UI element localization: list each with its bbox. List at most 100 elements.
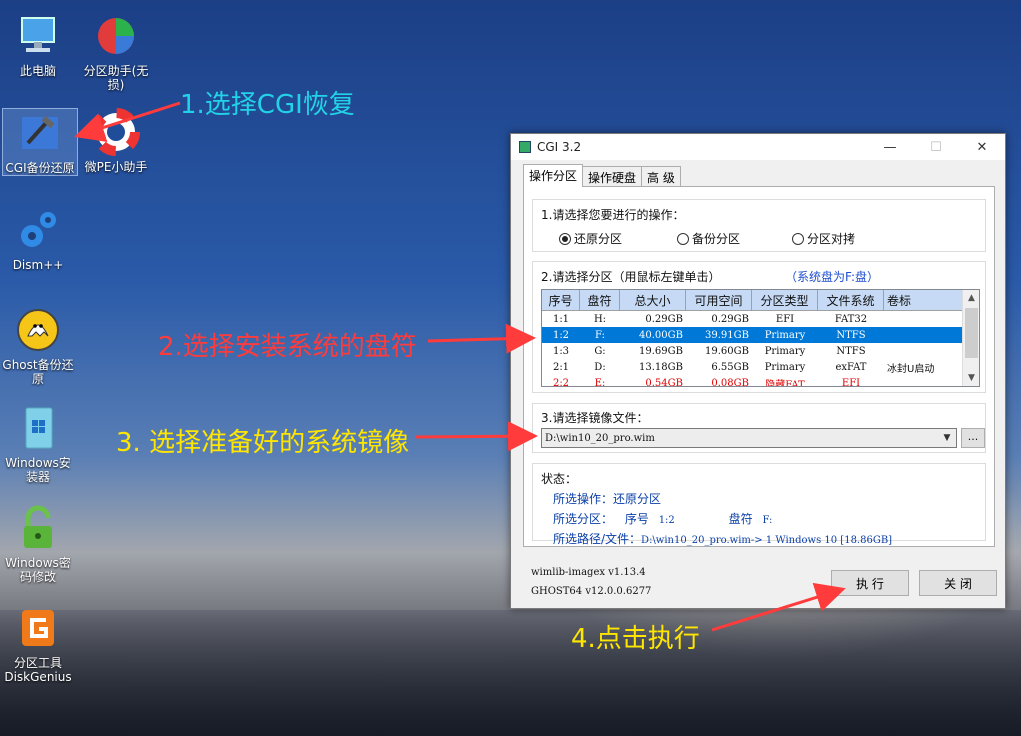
radio-clone[interactable]: 分区对拷 bbox=[792, 230, 855, 247]
image-file-value: D:\win10_20_pro.wim bbox=[545, 432, 655, 444]
status-path-line: 所选路径/文件：D:\win10_20_pro.wim-> 1 Windows … bbox=[553, 530, 892, 547]
radio-label: 还原分区 bbox=[574, 232, 623, 246]
tab-operate-disk[interactable]: 操作硬盘 bbox=[582, 166, 643, 187]
cell-fs: FAT32 bbox=[834, 313, 868, 325]
close-button[interactable]: 关 闭 bbox=[919, 570, 997, 596]
status-disk: F: bbox=[762, 515, 773, 526]
cell-total: 13.18GB bbox=[639, 361, 683, 373]
windows-installer-icon bbox=[14, 404, 62, 452]
cell-type: Primary bbox=[764, 361, 806, 373]
col-drive[interactable]: 盘符 bbox=[580, 290, 620, 310]
cgi-app-icon bbox=[519, 141, 531, 153]
table-row[interactable]: 1:2 F: 40.00GB 39.91GB Primary NTFS bbox=[542, 327, 979, 343]
radio-restore[interactable]: 还原分区 bbox=[559, 230, 622, 247]
scroll-down-icon[interactable]: ▼ bbox=[963, 370, 979, 386]
cell-type: Primary bbox=[764, 329, 806, 341]
col-fs[interactable]: 文件系统 bbox=[818, 290, 884, 310]
cell-free: 0.29GB bbox=[711, 313, 749, 325]
radio-dot bbox=[559, 232, 571, 245]
cell-type: Primary bbox=[764, 345, 806, 357]
cell-fs: NTFS bbox=[836, 329, 866, 341]
table-scrollbar[interactable]: ▲ ▼ bbox=[962, 290, 979, 386]
tab-operate-partition[interactable]: 操作分区 bbox=[523, 164, 584, 187]
cell-free: 0.08GB bbox=[711, 377, 749, 387]
desktop-icon-windows-installer[interactable]: Windows安装器 bbox=[0, 404, 76, 484]
cell-label bbox=[884, 343, 964, 359]
cell-no: 1:1 bbox=[552, 313, 570, 325]
desktop-icon-partition-assistant[interactable]: 分区助手(无损) bbox=[78, 12, 154, 92]
diskgenius-icon bbox=[14, 604, 62, 652]
image-file-combobox[interactable]: D:\win10_20_pro.wim ▼ bbox=[541, 428, 957, 448]
status-path-label: 所选路径/文件： bbox=[553, 532, 642, 546]
cell-drive: G: bbox=[594, 345, 606, 357]
cell-free: 19.60GB bbox=[705, 345, 749, 357]
status-part-label: 所选分区： bbox=[553, 512, 614, 526]
execute-button[interactable]: 执 行 bbox=[831, 570, 909, 596]
cgi-backup-icon bbox=[16, 109, 64, 157]
col-no[interactable]: 序号 bbox=[542, 290, 580, 310]
chevron-down-icon[interactable]: ▼ bbox=[940, 431, 954, 445]
desktop-icon-label: Dism++ bbox=[12, 258, 64, 272]
cell-total: 0.54GB bbox=[645, 377, 683, 387]
desktop-icon-ghost[interactable]: Ghost备份还原 bbox=[0, 306, 76, 386]
desktop-icon-windows-password[interactable]: Windows密码修改 bbox=[0, 504, 76, 584]
lifebuoy-icon bbox=[92, 108, 140, 156]
cell-drive: F: bbox=[595, 329, 605, 341]
tab-advanced[interactable]: 高 级 bbox=[641, 166, 681, 187]
status-part-no: 1:2 bbox=[658, 515, 675, 526]
maximize-button[interactable]: ☐ bbox=[913, 134, 959, 160]
desktop-icon-cgi[interactable]: CGI备份还原 bbox=[2, 108, 78, 176]
cell-total: 19.69GB bbox=[639, 345, 683, 357]
status-path-value: D:\win10_20_pro.wim-> 1 Windows 10 [18.8… bbox=[641, 535, 893, 546]
radio-backup[interactable]: 备份分区 bbox=[677, 230, 740, 247]
cell-type: 隐藏FAT bbox=[765, 379, 805, 387]
col-free[interactable]: 可用空间 bbox=[686, 290, 752, 310]
col-type[interactable]: 分区类型 bbox=[752, 290, 818, 310]
status-group: 状态： 所选操作：还原分区 所选分区： 序号 1:2 盘符 F: 所选路径/文件… bbox=[532, 463, 986, 546]
scroll-up-icon[interactable]: ▲ bbox=[963, 290, 979, 306]
system-disk-hint: （系统盘为F:盘） bbox=[785, 270, 880, 284]
computer-icon bbox=[14, 12, 62, 60]
radio-label: 备份分区 bbox=[692, 232, 741, 246]
desktop-icon-wepe-helper[interactable]: 微PE小助手 bbox=[78, 108, 154, 174]
table-header: 序号 盘符 总大小 可用空间 分区类型 文件系统 卷标 bbox=[542, 290, 979, 311]
cell-drive: D: bbox=[594, 361, 606, 373]
desktop-icon-this-pc[interactable]: 此电脑 bbox=[0, 12, 76, 78]
cell-total: 0.29GB bbox=[645, 313, 683, 325]
partition-group: 2.请选择分区（用鼠标左键单击） （系统盘为F:盘） 序号 盘符 总大小 可用空… bbox=[532, 261, 986, 393]
cell-drive: H: bbox=[593, 313, 607, 325]
partition-table[interactable]: 序号 盘符 总大小 可用空间 分区类型 文件系统 卷标 1:1 H: 0.29GB 0… bbox=[541, 289, 980, 387]
cell-label bbox=[884, 375, 964, 386]
table-row[interactable]: 1:3 G: 19.69GB 19.60GB Primary NTFS bbox=[542, 343, 979, 359]
partition-group-label: 2.请选择分区（用鼠标左键单击） bbox=[541, 270, 721, 284]
cell-fs: exFAT bbox=[835, 361, 867, 373]
desktop-icon-label: 分区工具DiskGenius bbox=[4, 656, 72, 684]
tab-panel: 1.请选择您要进行的操作： 还原分区 备份分区 分区对拷 2.请选择分区（用鼠标… bbox=[523, 186, 995, 547]
table-row[interactable]: 2:2 E: 0.54GB 0.08GB 隐藏FAT EFI bbox=[542, 375, 979, 387]
scroll-thumb[interactable] bbox=[965, 308, 978, 358]
radio-dot bbox=[792, 232, 804, 245]
cell-no: 1:2 bbox=[552, 329, 570, 341]
radio-dot bbox=[677, 232, 689, 245]
col-label[interactable]: 卷标 bbox=[884, 290, 964, 310]
desktop-icon-label: Windows安装器 bbox=[5, 456, 71, 484]
wallpaper-horizon bbox=[0, 610, 1021, 736]
table-row[interactable]: 2:1 D: 13.18GB 6.55GB Primary exFAT 冰封U启动 bbox=[542, 359, 979, 375]
desktop-icon-dism[interactable]: Dism++ bbox=[0, 206, 76, 272]
annotation-step4: 4.点击执行 bbox=[571, 624, 700, 654]
desktop-icon-label: 微PE小助手 bbox=[84, 160, 148, 174]
status-disk-label: 盘符 bbox=[728, 512, 753, 526]
tab-strip: 操作分区 操作硬盘 高 级 bbox=[523, 164, 681, 187]
lock-icon bbox=[14, 504, 62, 552]
close-window-button[interactable]: ✕ bbox=[959, 134, 1005, 160]
cgi-window: CGI 3.2 — ☐ ✕ 操作分区 操作硬盘 高 级 1.请选择您要进行的操作… bbox=[510, 133, 1006, 609]
desktop-icon-diskgenius[interactable]: 分区工具DiskGenius bbox=[0, 604, 76, 684]
window-title: CGI 3.2 bbox=[537, 140, 582, 154]
cell-fs: NTFS bbox=[836, 345, 866, 357]
browse-button[interactable]: ... bbox=[961, 428, 985, 448]
image-group-label: 3.请选择镜像文件： bbox=[541, 411, 649, 425]
status-part-line: 所选分区： 序号 1:2 盘符 F: bbox=[553, 510, 772, 527]
table-row[interactable]: 1:1 H: 0.29GB 0.29GB EFI FAT32 bbox=[542, 311, 979, 327]
minimize-button[interactable]: — bbox=[867, 134, 913, 160]
col-total[interactable]: 总大小 bbox=[620, 290, 686, 310]
